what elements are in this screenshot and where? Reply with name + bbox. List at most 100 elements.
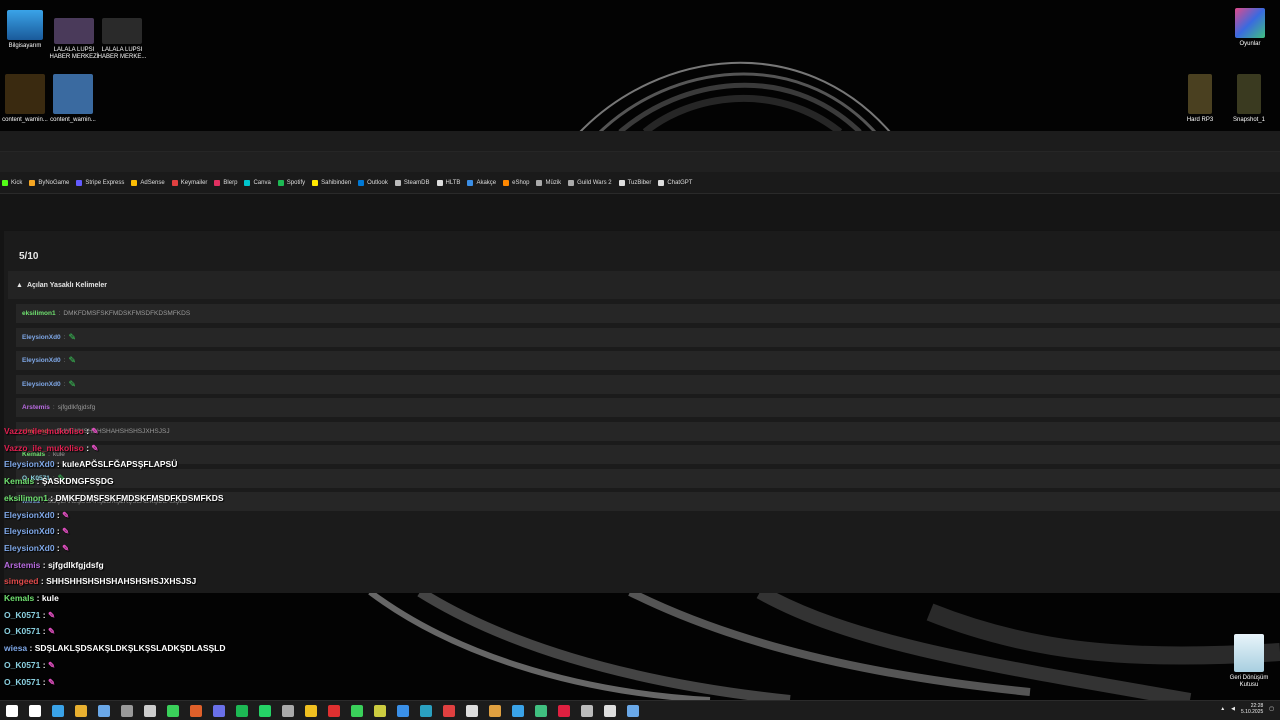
bookmark-favicon-icon	[29, 179, 36, 186]
desktop-icon-oyunlar[interactable]: Oyunlar	[1225, 8, 1275, 48]
chrome-icon[interactable]	[75, 704, 87, 717]
desktop-icon-haber-1[interactable]: LALALA LUPSI HABER MERKEZİ	[49, 18, 99, 61]
bookmark-8[interactable]: Sahibinden	[312, 179, 351, 186]
emote-icon: ✎	[47, 676, 56, 687]
bookmark-label: SteamDB	[403, 179, 430, 186]
bookmark-4[interactable]: Keymailer	[171, 179, 207, 186]
bookmark-favicon-icon	[467, 179, 474, 186]
bookmark-10[interactable]: SteamDB	[394, 179, 430, 186]
chat-message: SHHSHHSHSHSHAHSHSHSJXHSJSJ	[46, 576, 197, 587]
bookmark-5[interactable]: Blerp	[214, 179, 238, 186]
app-icon[interactable]	[535, 704, 547, 717]
app-icon[interactable]	[512, 704, 524, 717]
chat-line: O_K0571 : ✎	[4, 677, 55, 688]
bookmark-16[interactable]: TuzBiber	[618, 179, 651, 186]
app-icon[interactable]	[351, 704, 363, 717]
app-icon[interactable]	[397, 704, 409, 717]
chat-separator: :	[54, 459, 63, 470]
app-icon[interactable]	[489, 704, 501, 717]
whatsapp-icon[interactable]	[259, 704, 271, 717]
chat-message: ŞASKDNGFSŞDG	[41, 476, 114, 487]
bookmark-6[interactable]: Canva	[244, 179, 271, 186]
discord-icon[interactable]	[213, 704, 225, 717]
bookmark-label: HLTB	[445, 179, 461, 186]
notification-icon[interactable]: ▢	[1269, 706, 1274, 712]
chat-separator: :	[34, 476, 42, 487]
recycle-bin-icon	[1234, 634, 1264, 672]
chat-username: Arstemis	[4, 559, 41, 570]
wifi-icon[interactable]: ▲	[1220, 706, 1225, 712]
app-icon[interactable]	[604, 704, 616, 717]
row-username: EleysionXd0	[22, 380, 61, 388]
desktop-icon-content-2[interactable]: content_warnin...	[48, 74, 98, 124]
bookmark-1[interactable]: ByNoGame	[29, 179, 69, 186]
app-icon[interactable]	[443, 704, 455, 717]
app-icon[interactable]	[282, 704, 294, 717]
app-icon[interactable]	[305, 704, 317, 717]
chat-username: EleysionXd0	[4, 526, 55, 537]
bookmark-favicon-icon	[171, 179, 178, 186]
steam-icon[interactable]	[627, 704, 639, 717]
bookmark-label: Akakçe	[476, 179, 497, 186]
app-icon[interactable]	[121, 704, 133, 717]
row-message: sjfgdlkfgjdsfg	[57, 404, 96, 411]
wallpaper-top	[579, 61, 891, 135]
address-bar[interactable]	[0, 152, 1280, 172]
bookmark-label: ChatGPT	[667, 179, 693, 186]
bookmark-13[interactable]: eShop	[503, 179, 529, 186]
chat-message: DMKFDMSFSKFMDSKFMSDFKDSMFKDS	[55, 492, 224, 503]
banned-word-row: EleysionXd0: ✎	[16, 374, 1280, 394]
emote-icon: ✎	[91, 442, 99, 453]
desktop-icon-haber-2[interactable]: LALALA LUPSI HABER MERKE...	[97, 18, 147, 61]
xbox-icon[interactable]	[167, 704, 179, 717]
desktop-icon-snapshot[interactable]: Snapshot_1	[1224, 74, 1274, 124]
chat-line: EleysionXd0 : ✎	[4, 526, 69, 537]
bookmark-2[interactable]: Stripe Express	[76, 179, 124, 186]
bookmark-3[interactable]: AdSense	[131, 179, 165, 186]
tab-strip[interactable]	[0, 131, 1280, 152]
bookmark-7[interactable]: Spotify	[277, 179, 305, 186]
warning-icon: ▲	[16, 281, 23, 289]
bookmark-15[interactable]: Guild Wars 2	[568, 179, 612, 186]
chat-username: wiesa	[4, 643, 28, 654]
bookmark-11[interactable]: HLTB	[436, 179, 461, 186]
app-icon[interactable]	[374, 704, 386, 717]
system-tray: ▲ ◀ 22:28 5.10.2025 ▢	[1220, 703, 1274, 715]
bookmark-9[interactable]: Outlook	[358, 179, 388, 186]
explorer-icon[interactable]	[52, 704, 64, 717]
bookmark-label: Blerp	[223, 179, 238, 186]
app-icon[interactable]	[420, 704, 432, 717]
chat-line: O_K0571 : ✎	[4, 660, 55, 671]
banned-words-header[interactable]: ▲ Açılan Yasaklı Kelimeler	[8, 271, 1280, 299]
desktop-icon-content-1[interactable]: content_warnin...	[0, 74, 50, 124]
bookmark-label: Müzik	[545, 179, 562, 186]
bookmark-favicon-icon	[131, 179, 138, 186]
app-icon[interactable]	[558, 704, 570, 717]
desktop-icon-recycle-bin[interactable]: Geri Dönüşüm Kutusu	[1224, 634, 1274, 689]
game-icon	[1188, 74, 1212, 114]
chat-username: EleysionXd0	[4, 459, 55, 470]
app-icon[interactable]	[466, 704, 478, 717]
spotify-icon[interactable]	[236, 704, 248, 717]
bookmark-0[interactable]: Kick	[2, 179, 22, 186]
desktop-icon-computer[interactable]: Bilgisayarım	[0, 6, 50, 50]
bookmark-17[interactable]: ChatGPT	[658, 179, 693, 186]
row-separator: :	[58, 310, 61, 317]
desktop-icon-label: content_warnin...	[2, 117, 48, 123]
firefox-icon[interactable]	[190, 704, 202, 717]
obs-icon[interactable]	[144, 704, 156, 717]
app-icon[interactable]	[581, 704, 593, 717]
volume-icon[interactable]: ◀	[1231, 706, 1235, 712]
game-icon	[1237, 74, 1261, 114]
clock[interactable]: 22:28 5.10.2025	[1241, 703, 1263, 715]
desktop-icon-hard-rp3[interactable]: Hard RP3	[1175, 74, 1225, 124]
steam-icon[interactable]	[98, 704, 110, 717]
chat-line: Kemals : kule	[4, 593, 59, 603]
app-icon[interactable]	[328, 704, 340, 717]
start-icon[interactable]	[6, 704, 18, 717]
bookmark-12[interactable]: Akakçe	[467, 179, 497, 186]
search-icon[interactable]	[29, 704, 41, 717]
desktop-icon-label: LALALA LUPSI HABER MERKE...	[97, 47, 147, 60]
bookmark-favicon-icon	[536, 179, 543, 186]
bookmark-14[interactable]: Müzik	[536, 179, 562, 186]
